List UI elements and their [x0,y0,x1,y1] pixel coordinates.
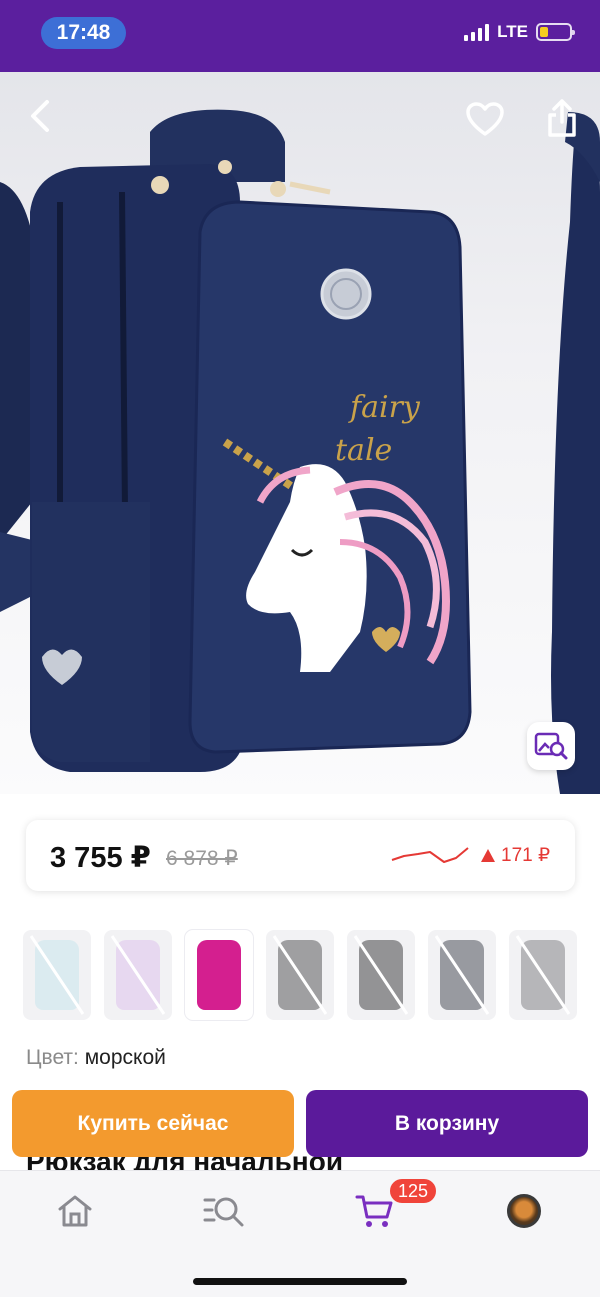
unavailable-strike-icon [434,935,490,1015]
unavailable-strike-icon [110,935,166,1015]
network-type: LTE [497,22,528,41]
heart-icon [466,102,504,136]
chevron-left-icon [31,100,49,132]
battery-icon [536,23,575,41]
share-button[interactable] [540,94,584,142]
back-button[interactable] [18,94,62,138]
signal-icon [464,23,490,41]
old-price: 6 878 ₽ [166,847,238,870]
backpack-illustration: fairy tale [0,109,600,794]
visual-search-button[interactable] [527,722,575,770]
catalog-search-icon [203,1197,244,1227]
variant-thumbnail[interactable] [266,930,334,1020]
variant-thumbnail[interactable] [185,930,253,1020]
color-value: морской [84,1046,166,1069]
home-indicator [193,1278,407,1285]
unavailable-strike-icon [29,935,85,1015]
variant-thumbnail[interactable] [104,930,172,1020]
variant-thumbnail[interactable] [428,930,496,1020]
svg-text:fairy: fairy [348,390,421,425]
product-image[interactable]: fairy tale [0,72,600,794]
image-search-icon [534,732,568,760]
color-line: Цвет: морской [26,1046,166,1070]
color-label: Цвет: [26,1046,79,1069]
cart-icon [355,1195,393,1227]
nav-catalog[interactable] [202,1189,246,1233]
status-time: 17:48 [41,17,126,49]
arrow-up-icon [481,849,495,862]
unavailable-strike-icon [353,935,409,1015]
variant-thumbnail[interactable] [347,930,415,1020]
variant-thumbnail[interactable] [23,930,91,1020]
nav-home[interactable] [53,1189,97,1233]
variant-thumbnail[interactable] [509,930,577,1020]
backpack-thumbnail-image [197,940,241,1010]
svg-text:tale: tale [335,433,392,468]
nav-profile[interactable] [502,1189,546,1233]
profile-avatar [507,1194,541,1228]
current-price: 3 755 ₽ [50,842,151,874]
price-trend-sparkline [391,847,469,863]
buy-now-button[interactable]: Купить сейчас [12,1090,294,1157]
status-bar: 17:48 LTE [0,0,600,72]
cart-count-badge: 125 [388,1177,438,1205]
share-icon [548,99,576,137]
variant-thumbnails [23,930,577,1020]
status-indicators: LTE [464,22,575,42]
unavailable-strike-icon [515,935,571,1015]
unavailable-strike-icon [272,935,328,1015]
price-change: 171 ₽ [481,844,550,867]
home-icon [58,1195,92,1227]
price-card[interactable]: 3 755 ₽ 6 878 ₽ 171 ₽ [26,820,575,891]
favorite-button[interactable] [462,96,508,142]
add-to-cart-button[interactable]: В корзину [306,1090,588,1157]
price-change-value: 171 ₽ [501,845,551,866]
